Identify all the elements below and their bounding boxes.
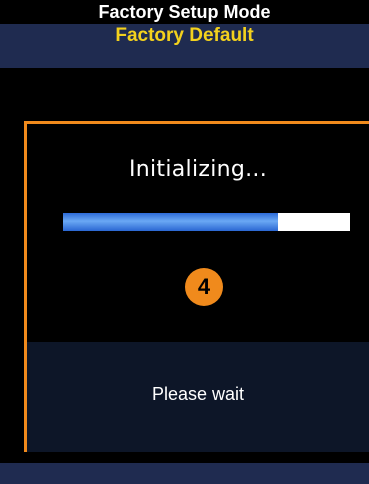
bottom-bar: [0, 463, 369, 484]
page-title: Factory Default: [0, 24, 369, 68]
progress-fill: [63, 213, 279, 231]
wait-message: Please wait: [151, 384, 245, 404]
screen: Factory Setup Mode Factory Default Initi…: [0, 0, 369, 463]
message-panel: Please wait: [27, 342, 369, 452]
progress-bar: [63, 213, 350, 231]
status-text: Initializing...: [128, 157, 268, 182]
device-display: Factory Setup Mode Factory Default Initi…: [0, 0, 369, 484]
step-number-badge: 4: [185, 268, 223, 306]
progress-dialog: Initializing... 4 Please wait: [24, 121, 369, 452]
mode-header: Factory Setup Mode: [0, 0, 369, 24]
